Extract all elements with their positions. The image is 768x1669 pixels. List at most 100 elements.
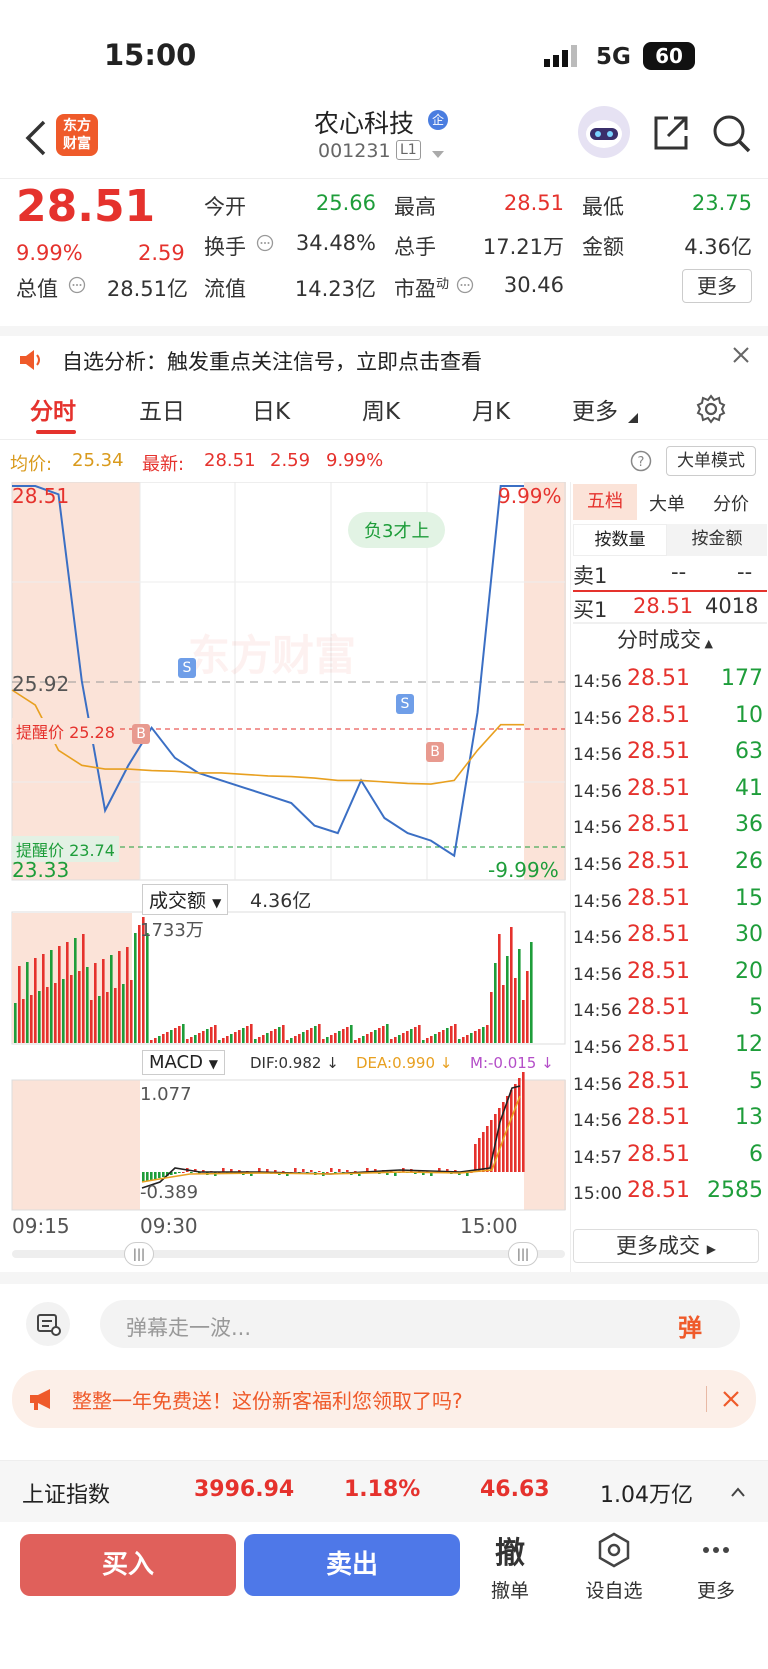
share-icon[interactable] <box>652 114 690 156</box>
promo-banner[interactable]: 整整一年免费送！这份新客福利您领取了吗? <box>12 1370 756 1428</box>
back-icon[interactable] <box>22 118 48 162</box>
low-label: 最低 <box>582 195 624 219</box>
code-dropdown-icon[interactable] <box>432 144 444 163</box>
intraday-chart[interactable]: 东方财富 28.51 9.99% 25.92 负3才上 提醒价 25.28 提醒… <box>0 482 570 1242</box>
macd-bar <box>514 1084 517 1172</box>
trade-volume: 13 <box>735 1105 763 1131</box>
level-badge: L1 <box>396 140 421 160</box>
volume-bar <box>118 951 121 1043</box>
volume-total: 4.36亿 <box>250 890 312 912</box>
scroll-handle-left[interactable]: ||| <box>124 1242 154 1266</box>
trade-price: 28.51 <box>627 1032 690 1057</box>
volume-bar <box>138 925 141 1043</box>
status-bar: 15:00 5G 60 <box>0 0 768 100</box>
trade-row: 15:00 28.51 2585 <box>571 1174 767 1212</box>
status-time: 15:00 <box>104 38 197 72</box>
buy-button[interactable]: 买入 <box>20 1534 236 1596</box>
macd-pre-open-shade <box>12 1080 140 1210</box>
volume-bar <box>150 1040 153 1043</box>
volume-bar <box>146 933 149 1043</box>
tab-more[interactable]: 更多 <box>572 392 618 426</box>
tab-big-order[interactable]: 大单 <box>649 490 685 516</box>
tab-weekly-k[interactable]: 周K <box>362 392 400 426</box>
macd-bar <box>318 1171 321 1172</box>
signal-bubble[interactable]: 负3才上 <box>348 512 446 548</box>
volume-bar <box>394 1037 397 1043</box>
sell-marker[interactable]: S <box>396 694 414 714</box>
sell-button[interactable]: 卖出 <box>244 1534 460 1596</box>
tab-intraday[interactable]: 分时 <box>30 392 76 426</box>
quote-more-button[interactable]: 更多 <box>682 269 752 303</box>
chevron-up-icon[interactable] <box>730 1483 746 1502</box>
danmaku-bar: 弹幕走一波... 弹 <box>0 1272 768 1362</box>
search-icon[interactable] <box>712 114 752 158</box>
scroll-handle-right[interactable]: ||| <box>508 1242 538 1266</box>
avg-label: 均价: <box>10 454 53 475</box>
buy-marker[interactable]: B <box>426 742 444 762</box>
volume-bar <box>202 1031 205 1043</box>
volume-bar <box>442 1030 445 1043</box>
tab-five-level[interactable]: 五档 <box>573 484 637 520</box>
volume-bar <box>298 1034 301 1043</box>
volume-bar <box>506 956 509 1043</box>
indicator-selector[interactable]: MACD ▼ <box>142 1050 225 1075</box>
add-watchlist-item[interactable]: 设自选 <box>574 1532 654 1603</box>
volume-selector[interactable]: 成交额 ▼ <box>142 884 229 915</box>
danmaku-settings-icon[interactable] <box>26 1302 70 1346</box>
more-trades-button[interactable]: 更多成交 ▶ <box>573 1229 759 1263</box>
macd-bar <box>346 1170 349 1172</box>
cancel-order-item[interactable]: 撤 撤单 <box>470 1528 550 1603</box>
volume-bar <box>402 1033 405 1043</box>
tab-more-arrow-icon <box>628 408 638 427</box>
tab-price-distribution[interactable]: 分价 <box>713 490 749 516</box>
danmaku-send-icon[interactable]: 弹 <box>678 1308 702 1343</box>
tab-monthly-k[interactable]: 月K <box>472 392 510 426</box>
sell-marker[interactable]: S <box>178 658 196 678</box>
macd-bar <box>150 1172 153 1180</box>
volume-bar <box>262 1035 265 1043</box>
total-cap-info-icon[interactable] <box>68 276 86 298</box>
m-value: M:-0.015 ↓ <box>470 1054 554 1072</box>
big-order-mode-button[interactable]: 大单模式 <box>666 446 756 476</box>
volume-bar <box>226 1036 229 1043</box>
network-label: 5G <box>596 44 631 70</box>
tab-five-day[interactable]: 五日 <box>139 392 185 426</box>
macd-bar <box>474 1144 477 1172</box>
assistant-avatar[interactable] <box>578 106 630 158</box>
volume-bar <box>510 927 513 1043</box>
tab-daily-k[interactable]: 日K <box>252 392 290 426</box>
trade-volume: 20 <box>735 958 763 984</box>
trade-action-bar: 买入 卖出 撤 撤单 设自选 更多 <box>0 1522 768 1669</box>
settings-icon[interactable] <box>696 394 726 428</box>
volume-bar <box>42 954 45 1043</box>
trade-row: 14:56 28.51 5 <box>571 991 767 1029</box>
volume-bar <box>126 947 129 1043</box>
volume-max-label: 1733万 <box>140 920 204 941</box>
latest-pct: 9.99% <box>326 450 384 471</box>
close-icon[interactable] <box>722 1390 740 1412</box>
volume-bar <box>282 1025 285 1043</box>
market-index-bar[interactable]: 上证指数 3996.94 1.18% 46.63 1.04万亿 <box>0 1460 768 1522</box>
close-icon[interactable] <box>732 346 750 368</box>
more-dots-icon <box>703 1547 729 1553</box>
enterprise-badge: 企 <box>428 110 448 130</box>
signal-notice[interactable]: 自选分析：触发重点关注信号，立即点击查看 <box>0 326 768 382</box>
macd-bar <box>518 1078 521 1172</box>
remind-high-label[interactable]: 提醒价 25.28 <box>12 718 119 744</box>
more-item[interactable]: 更多 <box>676 1532 756 1603</box>
time-scrollbar[interactable] <box>12 1250 565 1258</box>
pe-info-icon[interactable] <box>456 276 474 298</box>
macd-max-label: 1.077 <box>140 1084 192 1105</box>
help-icon[interactable]: ? <box>630 450 652 477</box>
buy-marker[interactable]: B <box>132 724 150 744</box>
trade-volume: 15 <box>735 885 763 911</box>
trades-title[interactable]: 分时成交 ▲ <box>617 624 713 654</box>
trade-row: 14:56 28.51 20 <box>571 955 767 993</box>
speaker-icon <box>18 348 44 376</box>
volume-bar <box>238 1030 241 1043</box>
danmaku-input[interactable]: 弹幕走一波... 弹 <box>100 1300 740 1348</box>
subtab-by-amount[interactable]: 按金额 <box>667 524 767 556</box>
volume-bar <box>218 1040 221 1043</box>
volume-bar <box>58 946 61 1043</box>
subtab-by-quantity[interactable]: 按数量 <box>573 524 667 556</box>
